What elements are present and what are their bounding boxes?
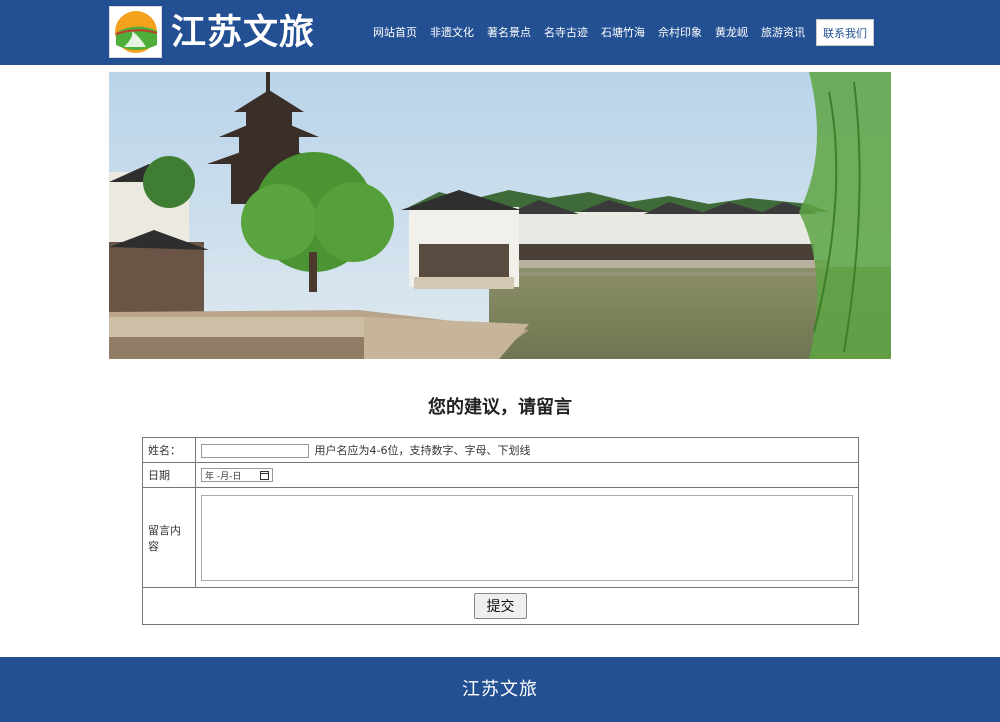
message-label: 留言内容	[142, 487, 196, 588]
submit-row: 提交	[142, 587, 859, 625]
date-cell: 年 -月-日	[195, 462, 859, 488]
site-logo-icon[interactable]	[109, 6, 162, 58]
name-label: 姓名：	[142, 437, 196, 463]
site-header: 江苏文旅 网站首页 非遗文化 著名景点 名寺古迹 石塘竹海 佘村印象 黄龙岘 旅…	[0, 0, 1000, 65]
banner-image	[109, 72, 891, 359]
nav-home[interactable]: 网站首页	[367, 19, 423, 46]
site-brand-title[interactable]: 江苏文旅	[171, 11, 315, 55]
nav-contact-us[interactable]: 联系我们	[816, 19, 874, 46]
submit-button[interactable]: 提交	[474, 593, 527, 619]
nav-village[interactable]: 佘村印象	[652, 19, 708, 46]
submit-cell: 提交	[142, 587, 859, 625]
site-footer: 江苏文旅	[0, 657, 1000, 722]
date-placeholder: 年 -月-日	[205, 471, 242, 482]
nav-travel-news[interactable]: 旅游资讯	[755, 19, 811, 46]
nav-temples[interactable]: 名寺古迹	[538, 19, 594, 46]
nav-bamboo-sea[interactable]: 石塘竹海	[595, 19, 651, 46]
nav-intangible-heritage[interactable]: 非遗文化	[424, 19, 480, 46]
calendar-icon[interactable]	[260, 470, 269, 480]
name-hint: 用户名应为4-6位，支持数字、字母、下划线	[314, 444, 531, 457]
message-form: 姓名： 用户名应为4-6位，支持数字、字母、下划线 日期 年 -月-日 留言内容…	[142, 437, 859, 625]
form-title: 您的建议，请留言	[428, 397, 572, 418]
header-inner: 江苏文旅 网站首页 非遗文化 著名景点 名寺古迹 石塘竹海 佘村印象 黄龙岘 旅…	[109, 6, 891, 58]
message-textarea[interactable]	[201, 494, 853, 581]
banner-scene	[109, 72, 891, 359]
date-label: 日期	[142, 462, 196, 488]
name-input[interactable]	[201, 444, 309, 458]
message-cell	[195, 487, 859, 588]
message-row: 留言内容	[142, 487, 859, 588]
main-nav: 网站首页 非遗文化 著名景点 名寺古迹 石塘竹海 佘村印象 黄龙岘 旅游资讯 联…	[367, 19, 875, 46]
date-row: 日期 年 -月-日	[142, 462, 859, 488]
nav-famous-sights[interactable]: 著名景点	[481, 19, 537, 46]
date-input[interactable]: 年 -月-日	[201, 468, 273, 482]
nav-huanglongxian[interactable]: 黄龙岘	[709, 19, 754, 46]
name-cell: 用户名应为4-6位，支持数字、字母、下划线	[195, 437, 859, 463]
name-row: 姓名： 用户名应为4-6位，支持数字、字母、下划线	[142, 437, 859, 463]
